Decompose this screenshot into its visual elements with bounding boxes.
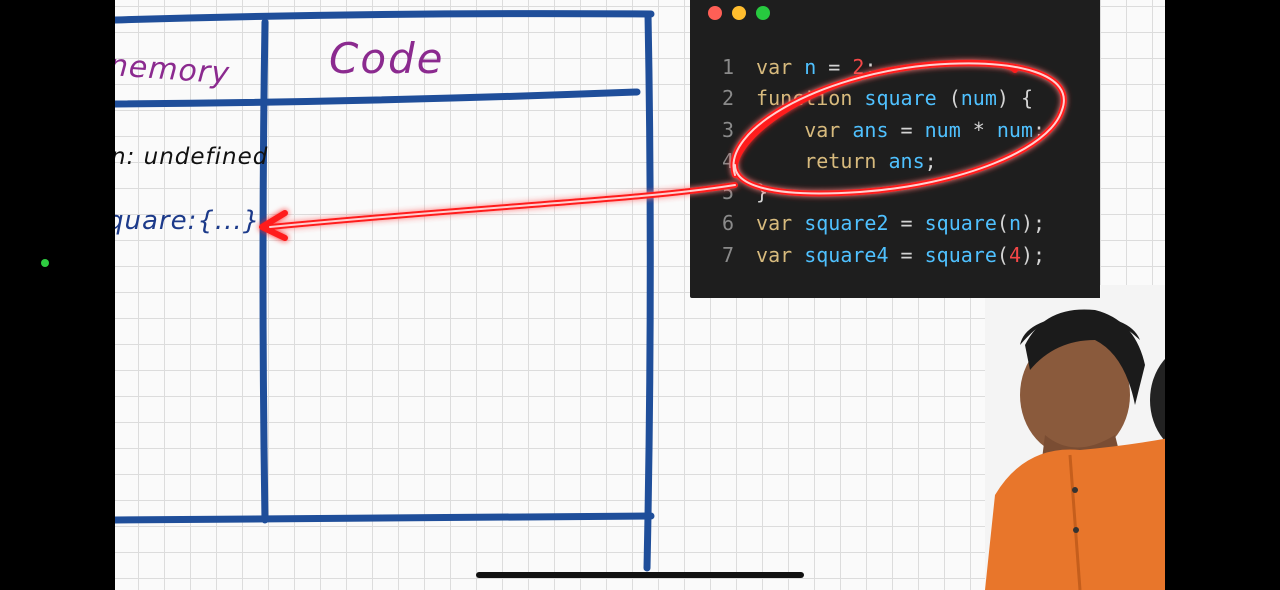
code-token: var <box>756 242 793 267</box>
code-line: 2 function square (num) { <box>722 83 1045 114</box>
minimize-window-button[interactable] <box>732 6 746 20</box>
code-line: 6 var square2 = square(n); <box>722 208 1045 239</box>
code-token: ( <box>996 242 1009 267</box>
code-line: 3 var ans = num * num; <box>722 115 1045 146</box>
code-token: ans <box>852 117 889 142</box>
line-number: 3 <box>722 117 735 142</box>
code-token: n <box>1008 211 1021 236</box>
code-token: return <box>804 148 877 173</box>
code-token: square <box>924 242 997 267</box>
code-token: var <box>804 117 841 142</box>
line-number: 7 <box>722 242 735 267</box>
code-token: square <box>864 86 937 111</box>
code-token: = <box>888 211 925 236</box>
code-token: ); <box>1020 242 1046 267</box>
home-indicator-bar[interactable] <box>476 572 804 578</box>
memory-entry-n: n: undefined <box>115 144 269 170</box>
line-number: 6 <box>722 211 735 236</box>
code-token: ( <box>936 86 961 111</box>
code-token: ; <box>924 148 937 173</box>
code-token: var <box>756 211 793 236</box>
code-token: num <box>960 86 997 111</box>
line-number: 4 <box>722 148 735 173</box>
code-token: square <box>924 211 997 236</box>
code-token: } <box>756 180 769 205</box>
presenter-image <box>985 285 1165 590</box>
code-line: 1 var n = 2; <box>722 52 1045 83</box>
line-number: 5 <box>722 180 735 205</box>
laser-pointer-dot <box>41 259 49 267</box>
code-token: function <box>756 86 853 111</box>
code-token: ; <box>864 55 877 79</box>
memory-entry-square: quare:{...} <box>115 206 261 236</box>
code-token: 4 <box>1008 242 1021 267</box>
code-line: 5 } <box>722 177 1045 208</box>
code-token: square4 <box>804 242 889 267</box>
line-number: 1 <box>722 55 735 79</box>
code-token: ) { <box>996 86 1034 111</box>
code-token: * <box>960 117 997 142</box>
code-token: n <box>804 55 817 79</box>
code-token: ans <box>888 148 925 173</box>
code-token: ; <box>1033 117 1046 142</box>
code-token: = <box>816 55 853 79</box>
presenter-video <box>985 285 1165 590</box>
maximize-window-button[interactable] <box>756 6 770 20</box>
code-token: num <box>924 117 961 142</box>
code-token: 2 <box>852 55 865 79</box>
code-line: 7 var square4 = square(4); <box>722 240 1045 271</box>
code-token: square2 <box>804 211 889 236</box>
code-column-header: Code <box>329 34 445 83</box>
code-token: ( <box>996 211 1009 236</box>
code-token: num <box>996 117 1034 142</box>
code-token: = <box>888 117 925 142</box>
code-token: var <box>756 55 793 79</box>
line-number: 2 <box>722 86 735 111</box>
close-window-button[interactable] <box>708 6 722 20</box>
code-editor-window: 1 var n = 2; 2 function square (num) {3 v… <box>690 0 1100 298</box>
code-line: 4 return ans; <box>722 146 1045 177</box>
code-token: = <box>888 242 925 267</box>
code-block: 1 var n = 2; 2 function square (num) {3 v… <box>722 52 1045 271</box>
code-token: ); <box>1020 211 1046 236</box>
